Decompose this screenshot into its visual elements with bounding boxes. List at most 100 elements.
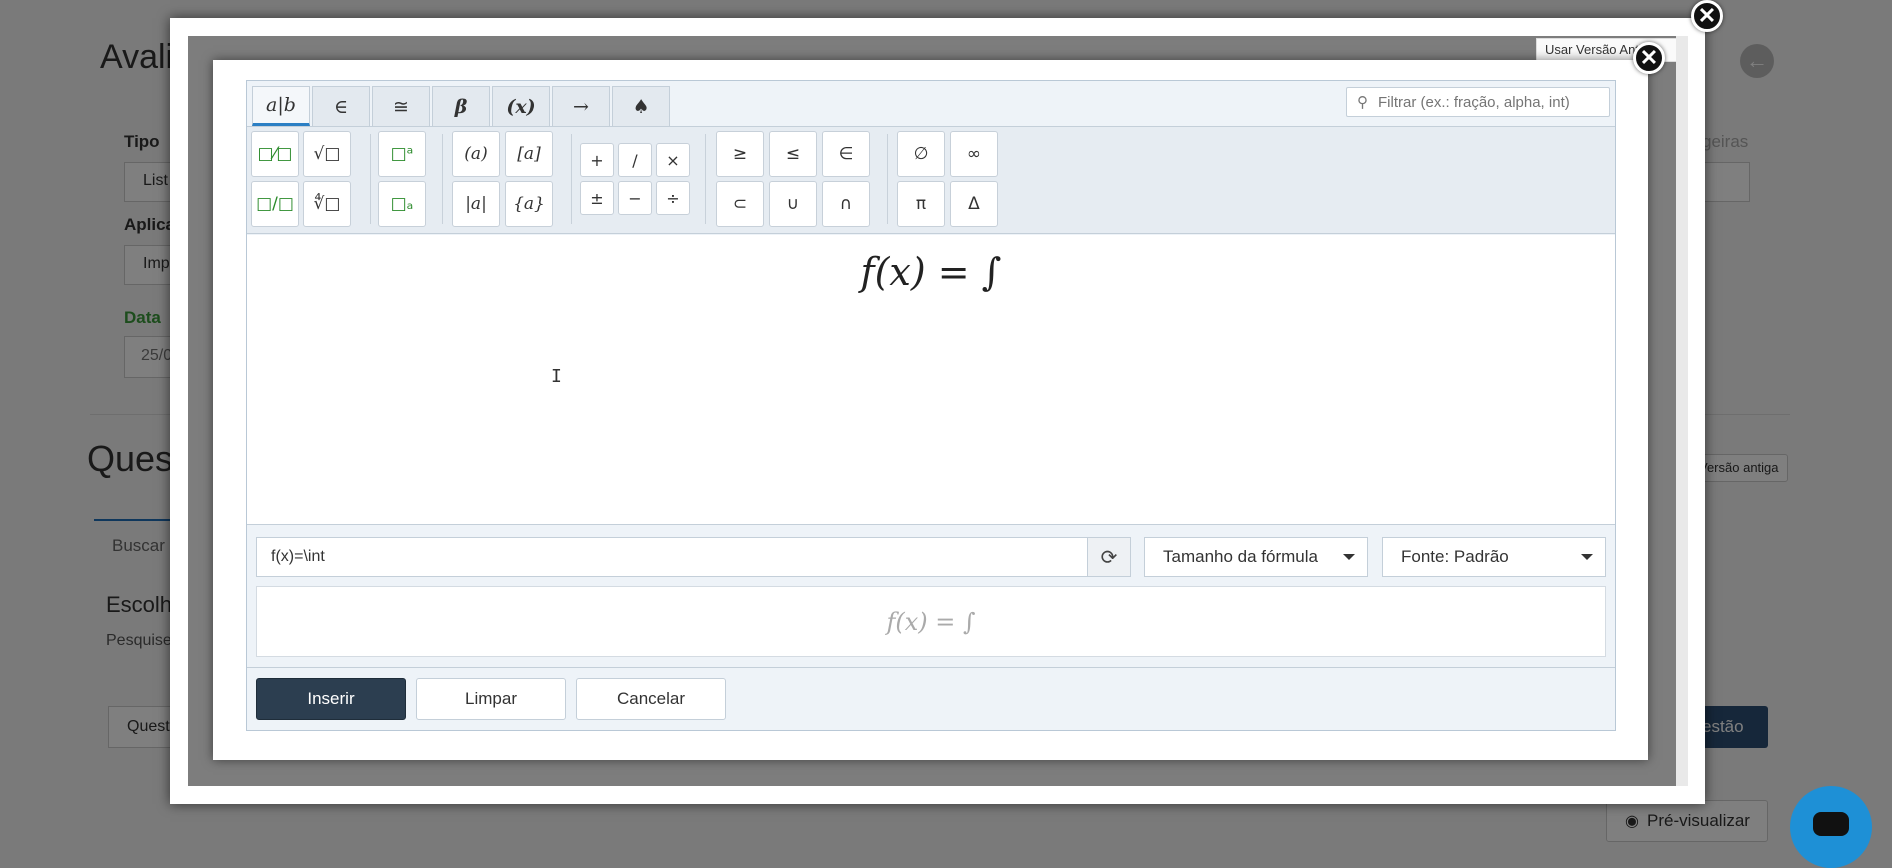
toolbar-separator [571,134,572,224]
emptyset-icon: ∅ [913,144,929,164]
divide-button[interactable]: ÷ [656,181,690,215]
delta-icon: Δ [968,194,980,214]
text-cursor-icon: I [551,366,562,387]
greek-beta-tab-icon: β [454,95,468,118]
subscript-icon: □ₐ [390,194,414,214]
abs-icon: |a| [465,194,487,214]
leq-button[interactable]: ≤ [769,131,817,177]
latex-input[interactable] [256,537,1088,577]
geq-button[interactable]: ≥ [716,131,764,177]
font-label: Fonte: Padrão [1401,547,1509,566]
element-of-tab-icon: ∈ [333,95,349,118]
minus-button[interactable]: − [618,181,652,215]
infinity-icon: ∞ [966,144,982,164]
footer-divider [247,667,1615,668]
arrow-tab-icon: → [573,95,589,118]
slash-icon: / [632,150,638,170]
insert-button[interactable]: Inserir [256,678,406,720]
element-of-icon: ∈ [838,144,854,164]
leq-icon: ≤ [785,144,801,164]
delta-button[interactable]: Δ [950,181,998,227]
fraction-tab-icon: a|b [266,94,296,116]
cancel-label: Cancelar [616,689,686,708]
subset-button[interactable]: ⊂ [716,181,764,227]
paren-button[interactable]: (a) [452,131,500,177]
slash-fraction-button[interactable]: □/□ [251,181,299,227]
sqrt-icon: √□ [313,144,341,164]
fraction-icon: □⁄□ [257,144,293,164]
caret-down-icon [1343,554,1355,560]
outer-scrollbar[interactable] [1676,36,1688,786]
plusminus-button[interactable]: ± [580,181,614,215]
insert-label: Inserir [307,689,355,708]
close-icon: ✕ [1697,3,1717,28]
toolbar-separator [370,134,371,224]
tab-functions[interactable]: (x) [492,86,550,126]
refresh-button[interactable]: ⟳ [1087,537,1131,577]
infinity-button[interactable]: ∞ [950,131,998,177]
clear-button[interactable]: Limpar [416,678,566,720]
plus-icon: + [590,150,604,170]
tab-arrows[interactable]: → [552,86,610,126]
paren-icon: (a) [464,144,488,164]
union-button[interactable]: ∪ [769,181,817,227]
union-icon: ∪ [786,194,800,214]
superscript-button[interactable]: □ᵃ [378,131,426,177]
plus-button[interactable]: + [580,143,614,177]
abs-button[interactable]: |a| [452,181,500,227]
tab-fractions[interactable]: a|b [252,86,310,126]
slash-fraction-icon: □/□ [256,194,294,214]
minus-icon: − [628,188,642,208]
element-of-button[interactable]: ∈ [822,131,870,177]
tab-relations[interactable]: ≅ [372,86,430,126]
caret-down-icon [1581,554,1593,560]
chat-button[interactable] [1790,786,1872,868]
close-icon: ✕ [1639,45,1659,70]
sqrt-button[interactable]: √□ [303,131,351,177]
intersection-icon: ∩ [839,194,853,214]
intersection-button[interactable]: ∩ [822,181,870,227]
toolbar-separator [887,134,888,224]
nth-root-button[interactable]: ∜□ [303,181,351,227]
tab-sets[interactable]: ∈ [312,86,370,126]
bracket-icon: [a] [517,144,541,164]
superscript-icon: □ᵃ [390,144,414,164]
toolbar-separator [705,134,706,224]
search-icon: ⚲ [1357,94,1368,111]
fraction-button[interactable]: □⁄□ [251,131,299,177]
brace-button[interactable]: {a} [505,181,553,227]
brace-icon: {a} [513,194,545,214]
bracket-button[interactable]: [a] [505,131,553,177]
emptyset-button[interactable]: ∅ [897,131,945,177]
tab-greek[interactable]: β [432,86,490,126]
cancel-button[interactable]: Cancelar [576,678,726,720]
refresh-icon: ⟳ [1100,546,1118,569]
formula-mini-preview: f(x) = ∫ [256,586,1606,657]
nth-root-icon: ∜□ [313,194,341,214]
pi-icon: π [915,194,927,214]
formula-size-label: Tamanho da fórmula [1163,547,1318,566]
formula-size-dropdown[interactable]: Tamanho da fórmula [1144,537,1368,577]
inner-close-button[interactable]: ✕ [1633,42,1665,74]
subscript-button[interactable]: □ₐ [378,181,426,227]
plusminus-icon: ± [590,188,604,208]
symbol-search[interactable]: ⚲ [1346,87,1610,117]
divide-icon: ÷ [666,188,680,208]
rendered-formula[interactable]: f(x) = ∫ [247,250,1615,294]
symbol-search-input[interactable] [1376,92,1590,112]
font-dropdown[interactable]: Fonte: Padrão [1382,537,1606,577]
congruent-tab-icon: ≅ [393,95,409,118]
function-tab-icon: (x) [506,95,536,118]
pi-button[interactable]: π [897,181,945,227]
clear-label: Limpar [465,689,517,708]
spade-tab-icon: ♠ [632,95,650,118]
slash-button[interactable]: / [618,143,652,177]
subset-icon: ⊂ [732,194,748,214]
geq-icon: ≥ [732,144,748,164]
usar-versao-antiga-label: Usar Versão Anti [1545,42,1642,57]
outer-close-button[interactable]: ✕ [1691,0,1723,32]
times-icon: × [666,150,680,170]
tab-misc[interactable]: ♠ [612,86,670,126]
toolbar-separator [442,134,443,224]
times-button[interactable]: × [656,143,690,177]
